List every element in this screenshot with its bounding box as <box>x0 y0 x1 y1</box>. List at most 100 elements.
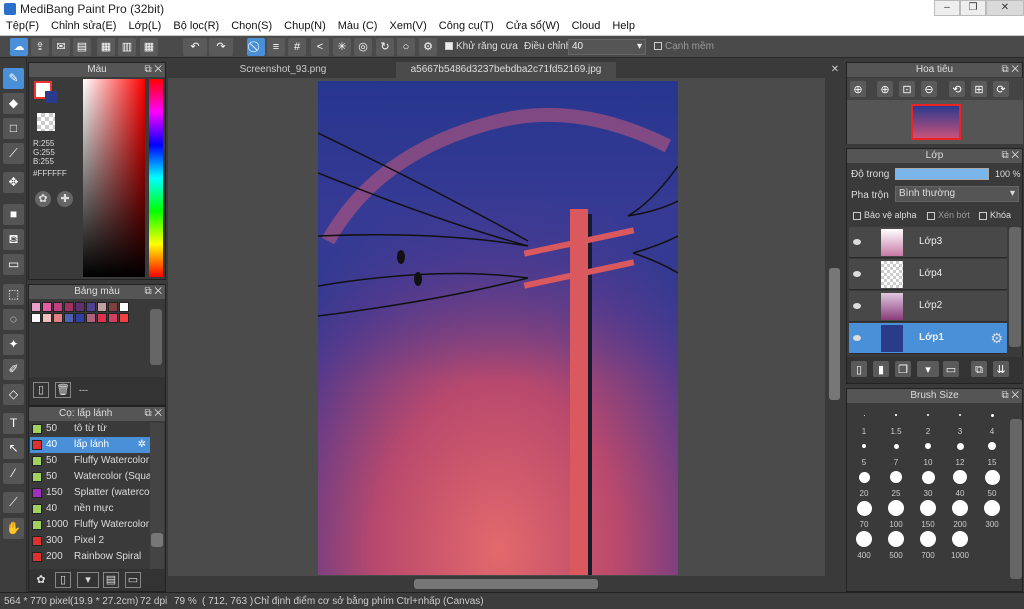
brush-item[interactable]: 1000 Fluffy Watercolor <box>30 517 150 533</box>
brush-size-option[interactable]: 70 <box>848 497 880 529</box>
add-layer-menu-icon[interactable]: ▾ <box>917 361 939 377</box>
layout-icon[interactable]: ▦ <box>97 38 115 56</box>
brush-size-option[interactable]: 15 <box>976 435 1008 467</box>
folder-icon[interactable]: ▭ <box>943 361 959 377</box>
opacity-slider[interactable] <box>895 168 989 180</box>
palette-swatch[interactable] <box>86 313 96 323</box>
menu-file[interactable]: Tệp(F) <box>0 18 45 32</box>
duplicate-icon[interactable]: ⧉ <box>971 361 987 377</box>
brush-size-option[interactable]: 500 <box>880 528 912 560</box>
brush-size-option[interactable]: 200 <box>944 497 976 529</box>
eye-icon[interactable] <box>853 303 861 309</box>
new-layer-icon[interactable]: ▯ <box>851 361 867 377</box>
brush-item[interactable]: 40 lấp lánh ✲ <box>30 437 150 453</box>
palette-swatch[interactable] <box>53 313 63 323</box>
brush-size-option[interactable]: 1000 <box>944 528 976 560</box>
palette-swatch[interactable] <box>119 313 129 323</box>
trash-icon[interactable]: 🗑 <box>55 382 71 398</box>
brush-size-option[interactable]: 5 <box>848 435 880 467</box>
brush-size-option[interactable]: 100 <box>880 497 912 529</box>
brush-scrollbar[interactable] <box>150 423 164 569</box>
folder-icon[interactable]: ▭ <box>125 572 141 588</box>
palette-swatch[interactable] <box>42 302 52 312</box>
menu-capture[interactable]: Chụp(N) <box>278 18 332 32</box>
brush-size-option[interactable]: 1 <box>848 404 880 436</box>
fill-rect-tool-icon[interactable]: ■ <box>3 204 24 225</box>
menu-edit[interactable]: Chỉnh sửa(E) <box>45 18 122 32</box>
transparent-swatch[interactable] <box>37 113 55 131</box>
close-icon[interactable]: ⧉ ✕ <box>144 63 162 77</box>
eye-icon[interactable] <box>853 335 861 341</box>
hand-tool-icon[interactable]: ✋ <box>3 518 24 539</box>
palette-swatch[interactable] <box>119 302 129 312</box>
bucket-tool-icon[interactable]: ⛾ <box>3 229 24 250</box>
select-eraser-icon[interactable]: ◇ <box>3 384 24 405</box>
brush-size-option[interactable]: 50 <box>976 466 1008 498</box>
parallel-snap-icon[interactable]: ≡ <box>267 38 285 56</box>
perspective-snap-icon[interactable]: < <box>311 38 329 56</box>
palette-swatch[interactable] <box>97 302 107 312</box>
brush-size-option[interactable]: 20 <box>848 466 880 498</box>
eraser-tool-icon[interactable]: ◆ <box>3 93 24 114</box>
smooth-checkbox[interactable] <box>654 42 662 51</box>
lasso-icon[interactable]: ◌ <box>3 309 24 330</box>
palette-swatch[interactable] <box>97 313 107 323</box>
brush-menu-icon[interactable]: ▾ <box>77 572 99 588</box>
brush-tool-icon[interactable]: ✎ <box>3 68 24 89</box>
saturation-value-picker[interactable] <box>83 79 145 277</box>
share-icon[interactable]: ⇪ <box>31 38 49 56</box>
hue-slider[interactable] <box>149 79 163 277</box>
palette-swatch[interactable] <box>108 313 118 323</box>
move-tool-icon[interactable]: ✥ <box>3 172 24 193</box>
rotate-left-icon[interactable]: ⟲ <box>949 81 965 97</box>
canvas-horizontal-scrollbar[interactable] <box>168 576 826 591</box>
settings-icon[interactable]: ⚙ <box>419 38 437 56</box>
select-pen-icon[interactable]: ✐ <box>3 359 24 380</box>
brush-item[interactable]: 50 tô từ từ <box>30 421 150 437</box>
radial-snap-icon[interactable]: ✳ <box>333 38 351 56</box>
brush-size-option[interactable]: 4 <box>976 404 1008 436</box>
brush-size-option[interactable]: 300 <box>976 497 1008 529</box>
rectangle-tool-icon[interactable]: □ <box>3 118 24 139</box>
dot-tool-icon[interactable]: ⟋ <box>3 143 24 164</box>
brush-size-option[interactable]: 7 <box>880 435 912 467</box>
minimize-button[interactable]: – <box>934 0 960 16</box>
layer-scrollbar[interactable] <box>1009 227 1021 347</box>
zoom-out-icon[interactable]: ⊖ <box>921 81 937 97</box>
scroll-thumb[interactable] <box>829 268 840 400</box>
brush-item[interactable]: 40 nền mực <box>30 501 150 517</box>
menu-layer[interactable]: Lớp(L) <box>122 18 167 32</box>
book-icon[interactable]: ▥ <box>118 38 136 56</box>
brush-item[interactable]: 50 Fluffy Watercolor <box>30 453 150 469</box>
brush-size-option[interactable]: 3 <box>944 404 976 436</box>
palette-swatch[interactable] <box>53 302 63 312</box>
blend-mode-select[interactable]: Bình thường ▾ <box>895 186 1019 202</box>
palette-swatch[interactable] <box>75 313 85 323</box>
menu-color[interactable]: Màu (C) <box>332 18 384 32</box>
actual-size-icon[interactable]: ⊞ <box>971 81 987 97</box>
palette-swatch[interactable] <box>64 313 74 323</box>
divide-tool-icon[interactable]: ⟋ <box>3 492 24 513</box>
palette-swatch[interactable] <box>64 302 74 312</box>
select-rect-icon[interactable]: ⬚ <box>3 284 24 305</box>
redo-icon[interactable]: ↷ <box>209 38 233 56</box>
panel-icon[interactable]: ▤ <box>73 38 91 56</box>
curve-snap-icon[interactable]: ↻ <box>376 38 394 56</box>
menu-tools[interactable]: Công cụ(T) <box>433 18 500 32</box>
antialias-checkbox[interactable] <box>445 42 453 51</box>
palette-swatch[interactable] <box>86 302 96 312</box>
color-add-icon[interactable]: ✚ <box>57 191 73 207</box>
navigator-viewport[interactable] <box>911 104 961 140</box>
background-color-swatch[interactable] <box>45 91 57 103</box>
gear-icon[interactable]: ✲ <box>138 437 146 453</box>
grid-snap-icon[interactable]: # <box>288 38 306 56</box>
close-icon[interactable]: ⧉ ✕ <box>1001 63 1019 77</box>
gradient-tool-icon[interactable]: ▭ <box>3 254 24 275</box>
palette-swatch[interactable] <box>75 302 85 312</box>
close-icon[interactable]: ⧉ ✕ <box>144 285 162 299</box>
adjust-select[interactable]: 40 ▾ <box>568 39 646 55</box>
palette-swatch[interactable] <box>31 302 41 312</box>
brush-size-option[interactable]: 40 <box>944 466 976 498</box>
brush-size-option[interactable]: 2 <box>912 404 944 436</box>
magic-wand-icon[interactable]: ✦ <box>3 334 24 355</box>
